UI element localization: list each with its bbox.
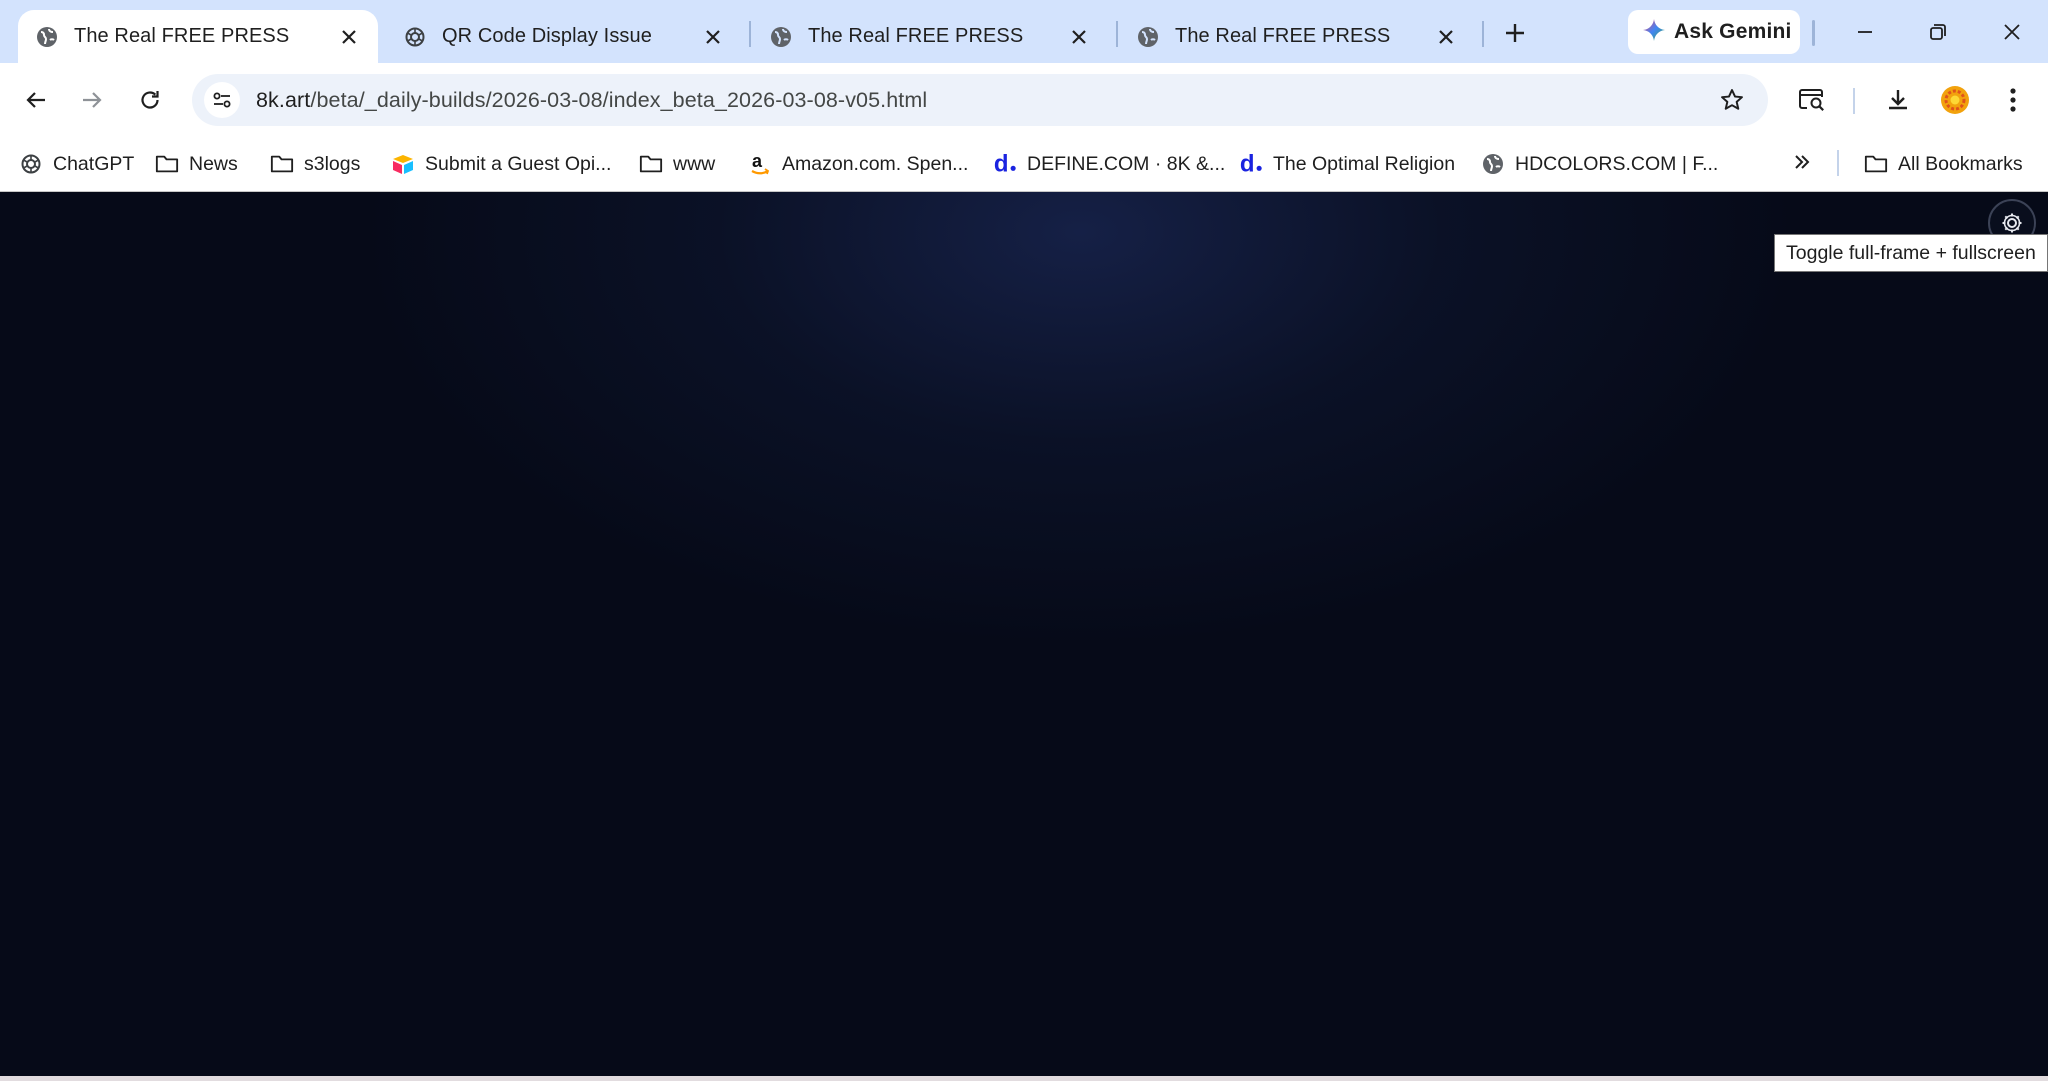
- bookmark-define[interactable]: d DEFINE.COM · 8K &...: [993, 148, 1225, 180]
- ask-gemini-label: Ask Gemini: [1674, 20, 1792, 43]
- bookmark-label: Submit a Guest Opi...: [425, 152, 612, 175]
- folder-icon: [639, 152, 663, 176]
- globe-icon: [770, 26, 792, 48]
- new-tab-button[interactable]: [1496, 14, 1534, 52]
- restore-icon: [1930, 24, 1946, 40]
- tab-divider: [1116, 21, 1118, 47]
- folder-icon: [155, 152, 179, 176]
- toolbar-divider: [1853, 88, 1855, 114]
- tab-3[interactable]: The Real FREE PRESS: [752, 10, 1108, 63]
- all-bookmarks-label: All Bookmarks: [1898, 152, 2023, 175]
- reload-icon: [141, 91, 159, 109]
- globe-icon: [1137, 26, 1159, 48]
- more-bookmarks-button[interactable]: [1786, 146, 1818, 178]
- back-button[interactable]: [16, 80, 56, 120]
- tab-divider: [1482, 21, 1484, 47]
- close-icon[interactable]: [334, 22, 364, 52]
- svg-text:d: d: [1240, 151, 1255, 178]
- tab-title: QR Code Display Issue: [442, 25, 652, 47]
- define-d-icon: d: [993, 151, 1017, 178]
- bookmark-hdcolors[interactable]: HDCOLORS.COM | F...: [1481, 148, 1718, 180]
- tab-strip: The Real FREE PRESS QR Code Display Issu…: [0, 0, 2048, 63]
- page-canvas: [0, 192, 2048, 1076]
- double-chevron-right-icon: [1795, 155, 1810, 169]
- gear-icon: [2002, 213, 2022, 233]
- bookmarks-bar: ChatGPT News s3logs Submit a Guest Opi..…: [0, 136, 2048, 192]
- airtable-icon: [391, 152, 415, 176]
- tab-title: The Real FREE PRESS: [1175, 25, 1391, 47]
- profile-avatar[interactable]: [1935, 80, 1975, 120]
- folder-icon: [1864, 152, 1888, 176]
- bookmark-amazon[interactable]: a Amazon.com. Spen...: [748, 148, 968, 180]
- bookmark-label: DEFINE.COM · 8K &...: [1027, 152, 1226, 175]
- bookmark-label: ChatGPT: [53, 152, 135, 175]
- minimize-icon: [1858, 31, 1872, 33]
- bookmark-label: www: [673, 152, 716, 175]
- avatar-icon: [1941, 86, 1969, 114]
- forward-button[interactable]: [72, 80, 112, 120]
- tab-search-icon: [1799, 89, 1824, 111]
- tooltip: Toggle full-frame + fullscreen: [1774, 234, 2048, 272]
- tab-1[interactable]: The Real FREE PRESS: [18, 10, 378, 63]
- bookmark-star-icon[interactable]: [1712, 80, 1752, 120]
- close-icon: [2004, 24, 2020, 40]
- address-bar[interactable]: 8k.art/beta/_daily-builds/2026-03-08/ind…: [192, 74, 1768, 126]
- gemini-sparkle-icon: [1642, 18, 1666, 47]
- search-tabs-button[interactable]: [1792, 80, 1832, 120]
- reload-button[interactable]: [130, 80, 170, 120]
- ask-gemini-button[interactable]: Ask Gemini: [1628, 10, 1800, 54]
- tab-title: The Real FREE PRESS: [74, 25, 290, 47]
- bookmark-label: HDCOLORS.COM | F...: [1515, 152, 1719, 175]
- window-bottom-edge: [0, 1076, 2048, 1081]
- url-text[interactable]: 8k.art/beta/_daily-builds/2026-03-08/ind…: [256, 88, 927, 113]
- tab-divider: [749, 21, 751, 47]
- close-window-button[interactable]: [1982, 8, 2042, 56]
- restore-button[interactable]: [1908, 8, 1968, 56]
- folder-icon: [270, 152, 294, 176]
- bookmark-folder-news[interactable]: News: [155, 148, 238, 180]
- bookmarks-divider: [1837, 150, 1839, 176]
- arrow-right-icon: [83, 92, 102, 108]
- download-icon: [1889, 90, 1907, 110]
- bookmark-label: The Optimal Religion: [1273, 152, 1456, 175]
- site-info-icon[interactable]: [204, 82, 240, 118]
- bookmark-optimal-religion[interactable]: d The Optimal Religion: [1239, 148, 1455, 180]
- globe-icon: [36, 26, 58, 48]
- browser-toolbar: 8k.art/beta/_daily-builds/2026-03-08/ind…: [0, 63, 2048, 136]
- plus-icon: [1506, 24, 1524, 42]
- url-path: /beta/_daily-builds/2026-03-08/index_bet…: [310, 87, 928, 112]
- bookmark-guest-opinion[interactable]: Submit a Guest Opi...: [391, 148, 611, 180]
- bookmark-chatgpt[interactable]: ChatGPT: [19, 148, 134, 180]
- svg-text:a: a: [752, 152, 763, 171]
- downloads-button[interactable]: [1878, 80, 1918, 120]
- bookmark-label: News: [189, 152, 238, 175]
- menu-button[interactable]: [1993, 80, 2033, 120]
- close-icon[interactable]: [1431, 22, 1461, 52]
- amazon-icon: a: [748, 152, 772, 176]
- bookmark-folder-www[interactable]: www: [639, 148, 715, 180]
- arrow-left-icon: [26, 92, 45, 108]
- define-d-icon: d: [1239, 151, 1263, 178]
- chatgpt-icon: [19, 152, 43, 176]
- tab-divider: [1812, 20, 1815, 46]
- url-host: 8k.art: [256, 87, 311, 112]
- bookmark-label: Amazon.com. Spen...: [782, 152, 969, 175]
- bookmark-folder-s3logs[interactable]: s3logs: [270, 148, 360, 180]
- tab-title: The Real FREE PRESS: [808, 25, 1024, 47]
- chatgpt-icon: [404, 26, 426, 48]
- all-bookmarks-button[interactable]: All Bookmarks: [1864, 148, 2023, 180]
- close-icon[interactable]: [698, 22, 728, 52]
- bookmark-label: s3logs: [304, 152, 361, 175]
- close-icon[interactable]: [1064, 22, 1094, 52]
- tab-2[interactable]: QR Code Display Issue: [386, 10, 742, 63]
- svg-text:d: d: [994, 151, 1009, 178]
- globe-icon: [1481, 152, 1505, 176]
- tab-4[interactable]: The Real FREE PRESS: [1119, 10, 1475, 63]
- kebab-menu-icon: [2010, 88, 2016, 112]
- minimize-button[interactable]: [1835, 8, 1895, 56]
